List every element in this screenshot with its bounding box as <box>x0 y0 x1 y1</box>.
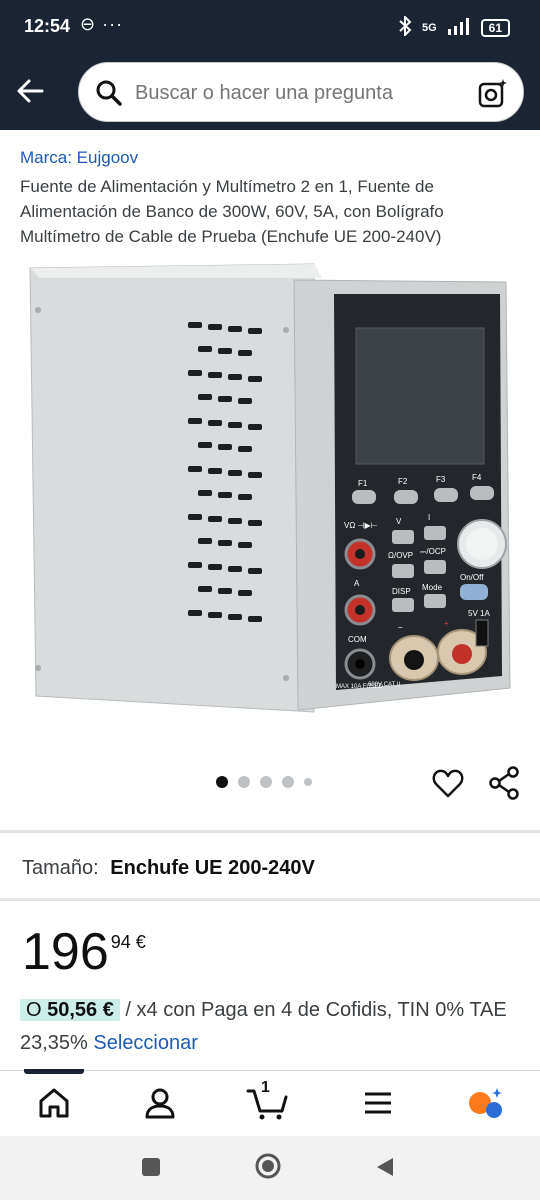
carousel-dot[interactable] <box>260 776 272 788</box>
label-v-ohm: VΩ ⊣▶⊢ <box>344 521 378 530</box>
divider <box>0 898 540 901</box>
label-mode: Mode <box>422 583 443 592</box>
bottom-nav: 1 <box>0 1069 540 1136</box>
label-f3: F3 <box>436 475 446 484</box>
label-com: COM <box>348 635 367 644</box>
menu-icon[interactable] <box>360 1085 400 1125</box>
image-carousel-dots[interactable] <box>216 776 312 788</box>
label-plus: + <box>444 619 449 628</box>
status-time: 12:54 <box>24 16 71 36</box>
price-fraction: 94 € <box>110 932 146 952</box>
camera-lens-icon[interactable] <box>477 77 509 109</box>
installment-offer: O 50,56 € / x4 con Paga en 4 de Cofidis,… <box>20 994 520 1060</box>
home-icon[interactable] <box>36 1085 76 1125</box>
carousel-dot[interactable] <box>216 776 228 788</box>
installment-select-link[interactable]: Seleccionar <box>93 1032 198 1054</box>
cart-icon[interactable]: 1 <box>246 1079 288 1125</box>
divider <box>0 830 540 833</box>
cart-count: 1 <box>261 1079 270 1096</box>
recents-square-icon[interactable] <box>140 1156 162 1183</box>
signal-icon <box>447 17 471 38</box>
search-bar[interactable] <box>78 62 524 122</box>
product-title: Fuente de Alimentación y Multímetro 2 en… <box>20 177 444 246</box>
price: 196 94 € <box>22 924 146 980</box>
product-image[interactable]: F1 F2 F3 F4 VΩ ⊣▶⊢ V I Ω/OVP ⎓/OCP A DIS… <box>22 258 518 720</box>
account-icon[interactable] <box>142 1085 182 1125</box>
label-usb: 5V 1A <box>468 609 490 618</box>
rufus-assistant-icon[interactable] <box>466 1085 506 1125</box>
size-label: Tamaño: <box>22 857 99 879</box>
network-label: 5G <box>421 21 437 34</box>
heart-icon[interactable] <box>432 768 464 798</box>
label-onoff: On/Off <box>460 573 484 582</box>
brand-link[interactable]: Marca: Eujgoov <box>20 148 138 168</box>
back-triangle-icon[interactable] <box>374 1156 396 1183</box>
share-icon[interactable] <box>488 766 520 800</box>
back-arrow-icon[interactable] <box>14 74 48 108</box>
search-input[interactable] <box>135 73 455 113</box>
label-f2: F2 <box>398 477 408 486</box>
installment-prefix: O <box>26 999 42 1021</box>
label-disp: DISP <box>392 587 411 596</box>
carousel-dot[interactable] <box>238 776 250 788</box>
label-minus: − <box>398 623 403 632</box>
battery-indicator: 61 <box>480 18 510 37</box>
label-a: A <box>354 579 360 588</box>
label-f4: F4 <box>472 473 482 482</box>
label-ovp: Ω/OVP <box>388 551 413 560</box>
search-icon[interactable] <box>95 79 123 107</box>
status-notification-icons: ⊖ ··· <box>80 14 124 34</box>
status-bar: 12:54 ⊖ ··· 5G 61 <box>0 0 540 56</box>
label-v: V <box>396 517 402 526</box>
installment-badge: O 50,56 € <box>20 999 120 1021</box>
installment-amount: 50,56 € <box>47 999 114 1021</box>
bluetooth-icon <box>398 14 412 39</box>
label-i: I <box>428 513 430 522</box>
active-tab-indicator <box>24 1069 84 1074</box>
home-circle-icon[interactable] <box>254 1152 282 1185</box>
search-header <box>0 56 540 130</box>
size-selector[interactable]: Tamaño: Enchufe UE 200-240V <box>22 857 315 880</box>
status-right: 5G 61 <box>398 14 510 39</box>
label-f1: F1 <box>358 479 368 488</box>
size-value: Enchufe UE 200-240V <box>110 857 315 879</box>
label-ocp: ⎓/OCP <box>420 547 446 556</box>
price-whole: 196 <box>22 923 109 981</box>
label-cat: 600V CAT II <box>368 682 400 688</box>
system-navigation-bar <box>0 1136 540 1200</box>
carousel-dot[interactable] <box>282 776 294 788</box>
carousel-dot[interactable] <box>304 778 312 786</box>
